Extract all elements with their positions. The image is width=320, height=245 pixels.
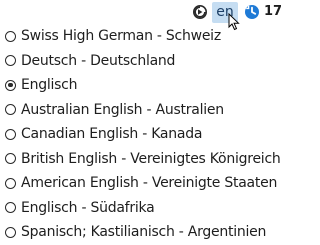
radio-button[interactable] [5,104,16,116]
radio-button[interactable] [5,55,16,67]
language-option-label: Englisch [21,77,78,94]
radio-button[interactable] [5,153,16,165]
language-option-deutsch-deutschland[interactable]: Deutsch - Deutschland [0,49,280,74]
radio-button[interactable] [5,30,16,42]
language-option-label: Englisch - Südafrika [21,199,155,216]
language-option-label: Swiss High German - Schweiz [21,28,221,45]
language-list: Swiss High German - Schweiz Deutsch - De… [0,24,281,245]
language-option-label: Canadian English - Kanada [21,126,203,143]
language-option-australian-english[interactable]: Australian English - Australien [0,98,280,123]
language-option-label: British English - Vereinigtes Königreich [21,150,281,167]
count-badge: 17 [264,4,283,19]
restore-icon[interactable] [192,4,208,20]
radio-button[interactable] [5,226,16,238]
language-option-swiss-high-german[interactable]: Swiss High German - Schweiz [0,24,280,49]
language-option-label: Deutsch - Deutschland [21,52,176,69]
language-option-label: Spanisch; Kastilianisch - Argentinien [21,224,267,241]
language-option-british-english[interactable]: British English - Vereinigtes Königreich [0,147,281,172]
language-option-american-english[interactable]: American English - Vereinigte Staaten [0,171,280,196]
language-option-spanisch-argentinien[interactable]: Spanisch; Kastilianisch - Argentinien [0,220,280,245]
history-icon[interactable] [244,4,260,20]
language-option-englisch[interactable]: Englisch [0,73,280,98]
radio-button-selected[interactable] [5,79,16,91]
radio-button[interactable] [5,202,16,214]
language-option-label: American English - Vereinigte Staaten [21,175,278,192]
language-option-label: Australian English - Australien [21,101,224,118]
radio-button[interactable] [5,177,16,189]
language-option-englisch-suedafrika[interactable]: Englisch - Südafrika [0,196,280,221]
language-option-canadian-english[interactable]: Canadian English - Kanada [0,122,280,147]
radio-button[interactable] [5,128,16,140]
toolbar: en 17 [180,0,283,31]
